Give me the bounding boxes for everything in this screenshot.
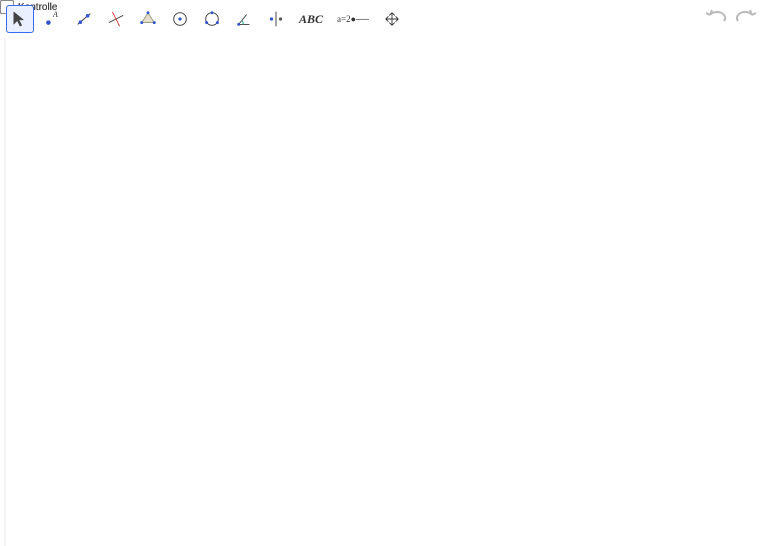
tool-slider-label: a=2 [337,15,351,24]
tool-translate[interactable] [378,5,406,33]
toolbar: A ABC a=2 ●── [0,0,768,38]
tool-move[interactable] [6,5,34,33]
tool-reflect[interactable] [262,5,290,33]
svg-text:A: A [52,10,58,19]
tool-point[interactable]: A [38,5,66,33]
tool-perpendicular[interactable] [102,5,130,33]
tool-angle[interactable] [230,5,258,33]
tool-text[interactable]: ABC [294,5,328,33]
tool-slider[interactable]: a=2 ●── [332,5,374,33]
tool-text-label: ABC [299,12,323,27]
tool-circle-center[interactable] [166,5,194,33]
tool-line[interactable] [70,5,98,33]
tool-circle-3pts[interactable] [198,5,226,33]
tool-polygon[interactable] [134,5,162,33]
canvas[interactable] [0,38,768,546]
